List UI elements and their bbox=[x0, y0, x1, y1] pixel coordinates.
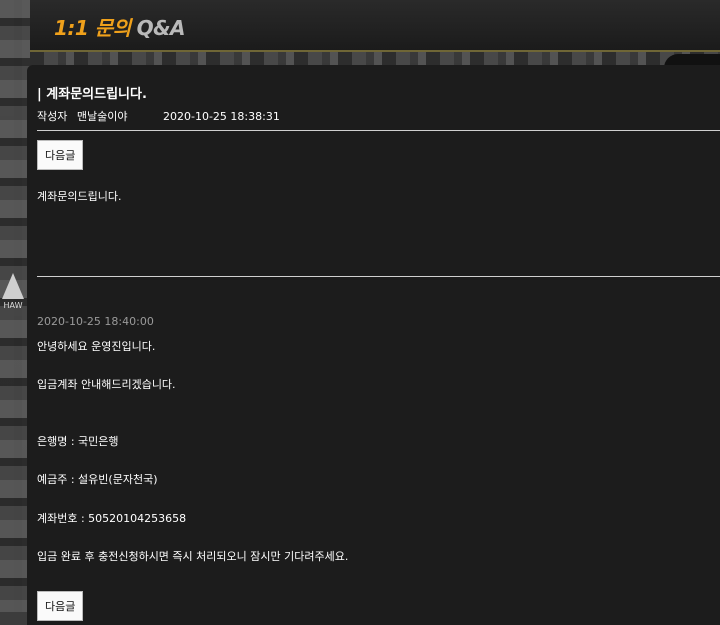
divider-top bbox=[37, 130, 720, 131]
post-meta: 작성자 맨날술이야 2020-10-25 18:38:31 bbox=[37, 108, 280, 124]
reply-datetime: 2020-10-25 18:40:00 bbox=[37, 315, 154, 328]
reply-line: 입금 완료 후 충전신청하시면 즉시 처리되오니 잠시만 기다려주세요. bbox=[37, 550, 349, 563]
reply-line: 예금주 : 설유빈(문자천국) bbox=[37, 473, 158, 486]
post-title: | 계좌문의드립니다. bbox=[37, 87, 147, 102]
post-datetime: 2020-10-25 18:38:31 bbox=[162, 110, 280, 123]
post-content: 계좌문의드립니다. bbox=[37, 190, 122, 203]
page-header: 1:1 문의 Q&A bbox=[30, 0, 720, 52]
side-logo: HAW bbox=[0, 262, 26, 320]
side-logo-text: HAW bbox=[3, 300, 23, 310]
author-name: 맨날술이야 bbox=[76, 110, 128, 123]
reply-line: 입금계좌 안내해드리겠습니다. bbox=[37, 378, 176, 391]
post-panel: | 계좌문의드립니다. 작성자 맨날술이야 2020-10-25 18:38:3… bbox=[27, 65, 720, 625]
divider-content bbox=[37, 276, 720, 277]
page-title-ko: 1:1 문의 bbox=[54, 16, 131, 40]
logo-triangle-icon bbox=[2, 272, 24, 299]
next-post-button-bottom[interactable]: 다음글 bbox=[37, 591, 84, 621]
reply-line: 계좌번호 : 50520104253658 bbox=[37, 512, 187, 525]
next-post-button[interactable]: 다음글 bbox=[37, 140, 84, 170]
reply-line: 안녕하세요 운영진입니다. bbox=[37, 340, 156, 353]
page-title-en: Q&A bbox=[136, 16, 186, 40]
author-label: 작성자 bbox=[37, 110, 68, 123]
page-title: 1:1 문의 Q&A bbox=[54, 12, 186, 41]
reply-line: 은행명 : 국민은행 bbox=[37, 435, 119, 448]
